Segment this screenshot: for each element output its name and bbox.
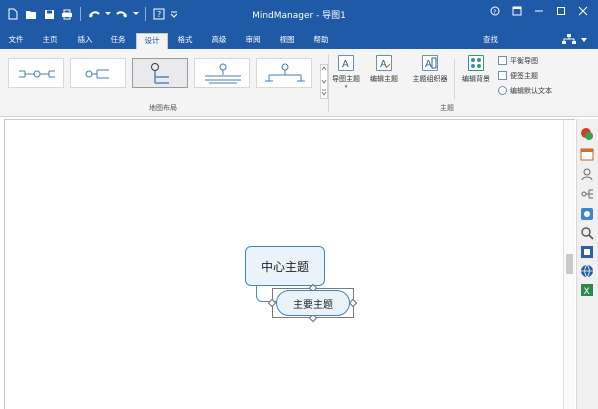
svg-text:A: A: [380, 59, 387, 70]
edit-theme-button[interactable]: A 编辑主题: [366, 55, 402, 84]
layout-gallery: [8, 55, 328, 99]
edit-background-button[interactable]: 编辑背景: [458, 55, 494, 84]
edit-theme-label: 编辑主题: [370, 75, 398, 83]
balance-map-button[interactable]: 平衡导图: [498, 55, 538, 66]
tab-insert[interactable]: 插入: [73, 33, 97, 49]
edit-default-text-icon: [498, 86, 507, 95]
task-info-icon[interactable]: [580, 127, 594, 141]
map-theme-icon: A: [338, 55, 354, 71]
close-icon[interactable]: [572, 0, 594, 22]
svg-text:A: A: [342, 59, 349, 70]
tab-format[interactable]: 格式: [173, 33, 197, 49]
edit-default-text-button[interactable]: 编辑默认文本: [498, 85, 552, 96]
layout-tree[interactable]: [194, 58, 250, 88]
note-topic-button[interactable]: 便签主题: [498, 70, 538, 81]
resources-icon[interactable]: [580, 167, 594, 181]
edit-theme-icon: A: [376, 55, 392, 71]
edit-background-icon: [468, 55, 484, 71]
excel-icon[interactable]: X: [580, 283, 594, 297]
central-topic[interactable]: 中心主题: [245, 246, 325, 286]
calendar-icon[interactable]: [580, 147, 594, 161]
layout-group-label: 地图布局: [149, 104, 177, 112]
window-controls: ?: [484, 0, 594, 22]
balance-map-icon: [498, 56, 507, 65]
layout-timeline[interactable]: [256, 58, 312, 88]
chevron-down-icon[interactable]: [580, 33, 588, 47]
tab-view[interactable]: 视图: [275, 33, 299, 49]
tab-file[interactable]: 文件: [4, 33, 28, 49]
ribbon-tabs: 文件 主页 插入 任务 设计 格式 高级 审阅 视图 帮助 查找: [0, 30, 598, 49]
index-icon[interactable]: [580, 245, 594, 259]
topic-group-label: 主题: [440, 104, 454, 112]
scrollbar-thumb[interactable]: [566, 254, 573, 274]
tab-advanced[interactable]: 高级: [207, 33, 231, 49]
edit-default-text-label: 编辑默认文本: [510, 86, 552, 95]
ribbon-design: 地图布局 A 导图主题 ▾ A 编辑主题 A 主题组织器 编辑背景 平衡导图 便…: [0, 49, 598, 117]
tab-help[interactable]: 帮助: [309, 33, 333, 49]
svg-text:X: X: [584, 287, 590, 297]
tab-design[interactable]: 设计: [136, 33, 168, 49]
chevron-down-icon: ▾: [344, 84, 348, 90]
ribbon-display-icon[interactable]: [506, 0, 528, 22]
title-bar: ? MindManager - 导图1 ?: [0, 0, 598, 30]
balance-map-label: 平衡导图: [510, 56, 538, 65]
tab-home[interactable]: 主页: [38, 33, 62, 49]
note-topic-label: 便签主题: [510, 71, 538, 80]
main-topic[interactable]: 主要主题: [276, 290, 350, 316]
layout-map[interactable]: [8, 58, 64, 88]
svg-text:?: ?: [493, 9, 496, 16]
org-chart-tool-icon[interactable]: [562, 33, 576, 47]
gallery-scroll[interactable]: [320, 64, 328, 99]
tab-review[interactable]: 审阅: [241, 33, 265, 49]
map-theme-label: 导图主题: [332, 75, 360, 83]
layout-right-map[interactable]: [70, 58, 126, 88]
edit-background-label: 编辑背景: [462, 75, 490, 83]
minimize-icon[interactable]: [528, 0, 550, 22]
group-separator: [454, 59, 455, 99]
browser-icon[interactable]: [580, 264, 594, 278]
map-theme-button[interactable]: A 导图主题 ▾: [328, 55, 364, 90]
search-icon[interactable]: [580, 226, 594, 240]
note-topic-icon: [498, 71, 507, 80]
library-icon[interactable]: [580, 207, 594, 221]
tab-tasks[interactable]: 任务: [106, 33, 130, 49]
theme-organizer-icon: A: [422, 55, 438, 71]
search-button[interactable]: 查找: [483, 33, 498, 47]
svg-text:A: A: [425, 59, 432, 70]
theme-organizer-button[interactable]: A 主题组织器: [410, 55, 450, 84]
help-icon[interactable]: ?: [484, 0, 506, 22]
maximize-icon[interactable]: [550, 0, 572, 22]
theme-organizer-label: 主题组织器: [412, 75, 448, 83]
map-parts-icon[interactable]: [580, 187, 594, 201]
layout-org-chart[interactable]: [132, 58, 188, 88]
